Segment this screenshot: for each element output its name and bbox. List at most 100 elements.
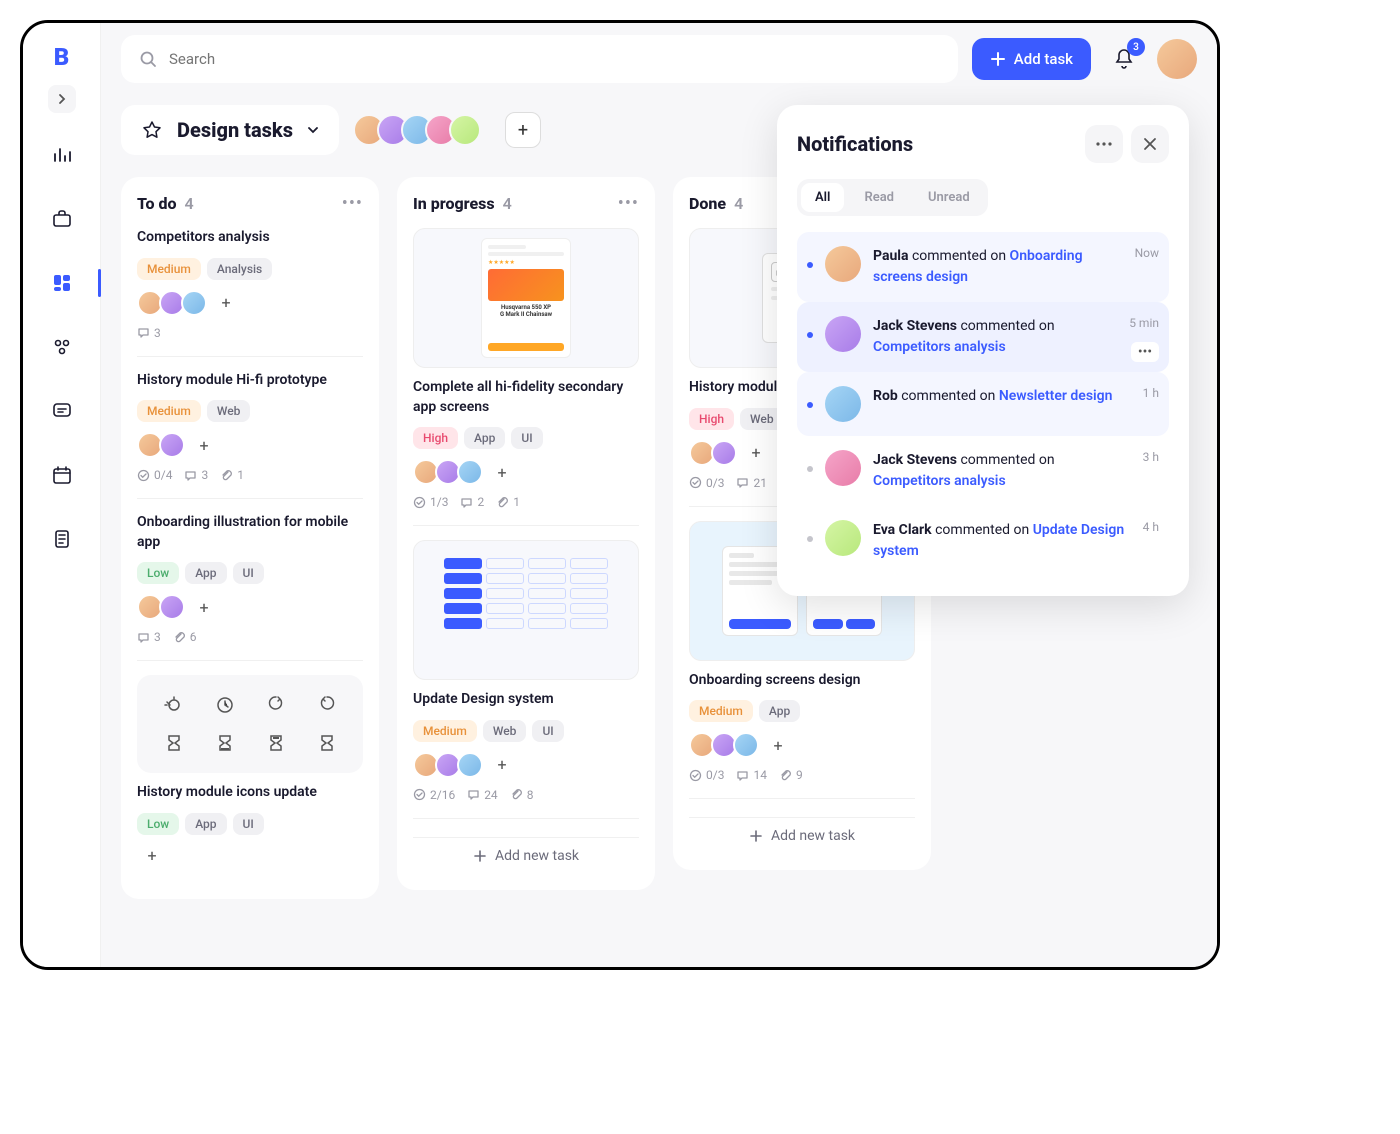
notification-text: Paula commented on Onboarding screens de… (873, 246, 1123, 288)
column-menu-button[interactable]: ••• (618, 193, 639, 214)
task-card[interactable]: History module icons update Low AppUI + (137, 675, 363, 883)
add-task-button[interactable]: Add task (972, 38, 1091, 80)
tab-unread[interactable]: Unread (914, 183, 984, 212)
notifications-title: Notifications (797, 132, 913, 156)
tab-read[interactable]: Read (850, 183, 908, 212)
nav-dashboard[interactable] (42, 135, 82, 175)
notification-item[interactable]: Eva Clark commented on Update Design sys… (797, 506, 1169, 576)
card-thumbnail (413, 540, 639, 680)
nav-notes[interactable] (42, 519, 82, 559)
attachments-count: 6 (173, 630, 197, 644)
card-title: Competitors analysis (137, 228, 363, 248)
priority-tag: Low (137, 813, 179, 835)
star-icon (142, 120, 162, 140)
add-assignee-button[interactable]: + (215, 292, 237, 314)
notifications-list: Paula commented on Onboarding screens de… (797, 232, 1169, 576)
favorite-button[interactable] (139, 117, 165, 143)
attachments-count: 8 (510, 788, 534, 802)
card-assignees: + (137, 432, 363, 458)
subtasks-count: 0/3 (689, 768, 724, 782)
add-member-button[interactable]: + (505, 112, 541, 148)
sidebar: B (23, 23, 101, 967)
notification-text: Jack Stevens commented on Competitors an… (873, 450, 1131, 492)
comments-count: 2 (460, 495, 484, 509)
add-assignee-button[interactable]: + (767, 734, 789, 756)
close-icon (1143, 137, 1157, 151)
card-title: Complete all hi-fidelity secondary app s… (413, 378, 639, 417)
column-count: 4 (734, 194, 743, 213)
card-title: Onboarding illustration for mobile app (137, 513, 363, 552)
nav-messages[interactable] (42, 391, 82, 431)
attachments-count: 1 (220, 468, 244, 482)
add-assignee-button[interactable]: + (193, 434, 215, 456)
card-meta: 0/3149 (689, 768, 915, 782)
card-meta: 36 (137, 630, 363, 644)
board-title: Design tasks (177, 118, 293, 142)
category-tag: UI (511, 427, 542, 449)
card-tags: Low AppUI (137, 562, 363, 584)
add-assignee-button[interactable]: + (745, 442, 767, 464)
notification-time: 5 min (1129, 316, 1159, 330)
task-card[interactable]: History module Hi-fi prototype Medium We… (137, 371, 363, 500)
notification-link[interactable]: Newsletter design (999, 388, 1113, 404)
logo: B (46, 41, 78, 73)
search-box[interactable] (121, 35, 958, 83)
task-card[interactable]: Update Design system Medium WebUI + 2/16… (413, 540, 639, 819)
nav-team[interactable] (42, 327, 82, 367)
board-members[interactable] (353, 114, 481, 146)
notification-item[interactable]: Jack Stevens commented on Competitors an… (797, 436, 1169, 506)
card-meta: 3 (137, 326, 363, 340)
unread-dot (807, 332, 813, 338)
notification-text: Eva Clark commented on Update Design sys… (873, 520, 1131, 562)
add-assignee-button[interactable]: + (193, 596, 215, 618)
category-tag: UI (532, 720, 563, 742)
notification-item[interactable]: Jack Stevens commented on Competitors an… (797, 302, 1169, 372)
task-card[interactable]: ★★★★★Husqvarna 550 XPG Mark II ChainsawC… (413, 228, 639, 526)
notification-item[interactable]: Rob commented on Newsletter design 1 h (797, 372, 1169, 436)
notification-text: Rob commented on Newsletter design (873, 386, 1131, 407)
notifications-button[interactable]: 3 (1105, 40, 1143, 78)
task-card[interactable]: Competitors analysis Medium Analysis + 3 (137, 228, 363, 357)
tab-all[interactable]: All (801, 183, 844, 212)
add-assignee-button[interactable]: + (491, 754, 513, 776)
priority-tag: Medium (137, 400, 201, 422)
column-menu-button[interactable]: ••• (342, 193, 363, 214)
nav-board[interactable] (42, 263, 82, 303)
comments-count: 24 (467, 788, 498, 802)
card-tags: High AppUI (413, 427, 639, 449)
notification-more-button[interactable]: ••• (1131, 342, 1159, 362)
chevron-down-icon[interactable] (305, 122, 321, 138)
notification-time: 3 h (1143, 450, 1159, 464)
notification-time: 1 h (1143, 386, 1159, 400)
notifications-more-button[interactable] (1085, 125, 1123, 163)
card-assignees: + (137, 845, 363, 867)
subtasks-count: 0/4 (137, 468, 172, 482)
collapse-sidebar-button[interactable] (48, 85, 76, 113)
column-header: To do 4 ••• (137, 193, 363, 214)
notifications-close-button[interactable] (1131, 125, 1169, 163)
nav-briefcase[interactable] (42, 199, 82, 239)
notifications-panel: Notifications All Read Unread Paula comm… (777, 105, 1189, 596)
add-assignee-button[interactable]: + (491, 461, 513, 483)
card-title: History module icons update (137, 783, 363, 803)
add-new-task-button[interactable]: Add new task (689, 817, 915, 854)
card-title: History module Hi-fi prototype (137, 371, 363, 391)
notes-icon (52, 529, 72, 549)
add-assignee-button[interactable]: + (141, 845, 163, 867)
task-card[interactable]: Onboarding illustration for mobile app L… (137, 513, 363, 661)
nav-calendar[interactable] (42, 455, 82, 495)
subtasks-count: 2/16 (413, 788, 455, 802)
add-new-task-button[interactable]: Add new task (413, 837, 639, 874)
board-icon (52, 273, 72, 293)
notification-link[interactable]: Competitors analysis (873, 473, 1006, 489)
priority-tag: High (689, 408, 734, 430)
attachments-count: 1 (496, 495, 520, 509)
notification-avatar (825, 520, 861, 556)
nav-icons (42, 135, 82, 559)
notification-item[interactable]: Paula commented on Onboarding screens de… (797, 232, 1169, 302)
calendar-icon (52, 465, 72, 485)
user-avatar[interactable] (1157, 39, 1197, 79)
search-input[interactable] (169, 50, 940, 68)
message-icon (52, 401, 72, 421)
notification-link[interactable]: Competitors analysis (873, 339, 1006, 355)
